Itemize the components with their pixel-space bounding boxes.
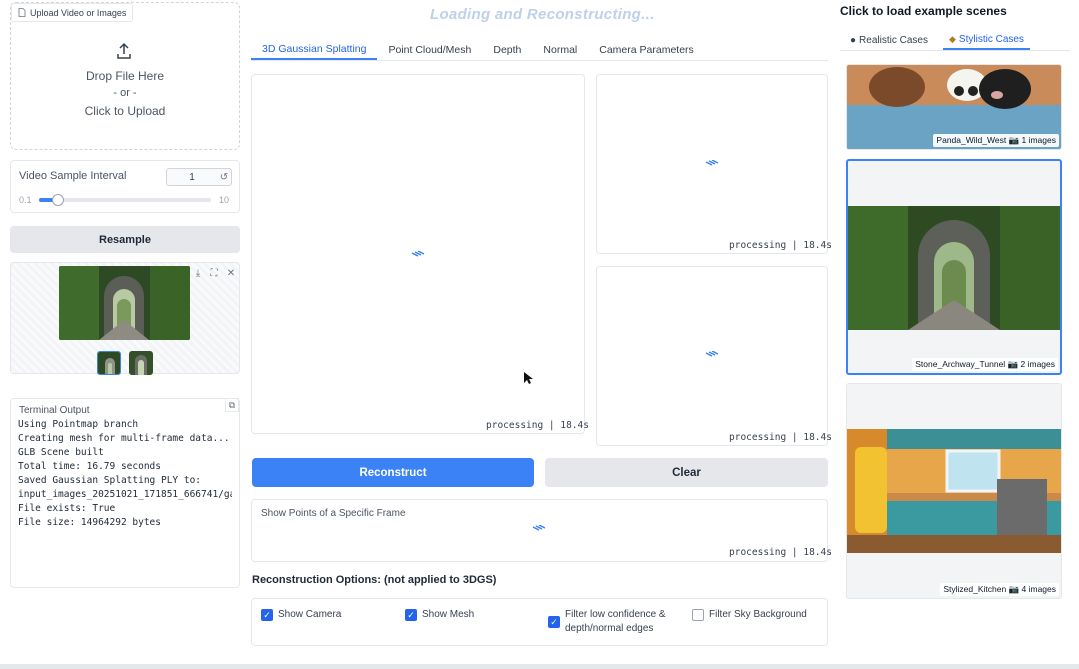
gallery-preview-image[interactable] [59,266,190,340]
example-thumbnail [847,429,1061,553]
tab-camera-parameters[interactable]: Camera Parameters [588,40,705,60]
tab-depth[interactable]: Depth [482,40,532,60]
download-icon[interactable]: ⤓ [192,268,204,280]
loading-spinner-icon [411,251,425,257]
view-tabs: 3D Gaussian Splatting Point Cloud/Mesh D… [251,40,828,61]
processing-status: processing | 18.4s [729,547,832,558]
filter-low-confidence-checkbox[interactable]: ✓ [548,616,560,628]
frame-selector-label: Show Points of a Specific Frame [261,508,406,519]
sample-interval-label: Video Sample Interval [19,170,127,182]
page-footer-divider [0,664,1079,669]
sample-interval-input[interactable]: 1 ↺ [166,168,232,186]
clear-button[interactable]: Clear [545,458,828,487]
file-icon [18,8,26,17]
terminal-label: Terminal Output [19,405,90,416]
tab-stylistic-cases[interactable]: ◆ Stylistic Cases [943,30,1030,50]
tab-gaussian-splatting[interactable]: 3D Gaussian Splatting [251,40,378,60]
options-panel [251,598,828,646]
copy-icon[interactable]: ⧉ [225,398,239,412]
example-caption: Panda_Wild_West 📷 1 images [933,134,1059,147]
processing-status: processing | 18.4s [729,240,832,251]
upload-label-text: Upload Video or Images [30,7,127,18]
reset-icon[interactable]: ↺ [217,172,231,183]
example-card-panda[interactable]: Panda_Wild_West 📷 1 images [846,64,1062,150]
processing-status: processing | 18.4s [729,432,832,443]
examples-tab-divider [840,50,1070,51]
slider-min: 0.1 [19,195,32,205]
terminal-output[interactable]: Using Pointmap branch Creating mesh for … [18,418,232,564]
upload-label-tag: Upload Video or Images [11,3,134,22]
example-caption: Stone_Archway_Tunnel 📷 2 images [912,358,1058,371]
slider-max: 10 [219,195,230,205]
examples-title: Click to load example scenes [840,4,1007,18]
loading-title: Loading and Reconstructing... [430,6,655,23]
loading-spinner-icon [532,525,546,531]
example-card-stylized-kitchen[interactable]: Stylized_Kitchen 📷 4 images [846,383,1062,599]
filter-sky-checkbox[interactable] [692,609,704,621]
tab-realistic-label: Realistic Cases [859,34,928,46]
tab-point-cloud-mesh[interactable]: Point Cloud/Mesh [377,40,482,60]
cursor-icon [524,372,533,384]
show-camera-label[interactable]: Show Camera [278,608,341,622]
gallery-thumbnail[interactable] [129,351,153,375]
or-text: - or - [113,87,137,99]
resample-button[interactable]: Resample [10,226,240,253]
globe-icon: ● [850,34,857,46]
tab-normal[interactable]: Normal [532,40,588,60]
example-card-stone-archway[interactable]: Stone_Archway_Tunnel 📷 2 images [846,159,1062,375]
loading-spinner-icon [705,351,719,357]
example-thumbnail [848,206,1060,330]
sample-interval-value[interactable]: 1 [167,172,217,183]
processing-status: processing | 18.4s [486,420,589,431]
fullscreen-icon[interactable]: ⛶ [208,268,220,280]
drop-file-text: Drop File Here [85,69,165,83]
options-title: Reconstruction Options: (not applied to … [252,574,497,586]
filter-low-confidence-label[interactable]: Filter low confidence & depth/normal edg… [565,608,683,636]
palette-icon: ◆ [949,33,956,44]
slider-handle[interactable] [52,194,64,206]
tab-realistic-cases[interactable]: ● Realistic Cases [850,30,928,50]
click-to-upload-text[interactable]: Click to Upload [10,104,240,118]
close-icon[interactable]: ✕ [225,268,237,280]
show-camera-checkbox[interactable]: ✓ [261,609,273,621]
sample-interval-slider[interactable] [39,198,211,202]
loading-spinner-icon [705,160,719,166]
upload-icon [117,42,131,59]
example-caption: Stylized_Kitchen 📷 4 images [940,583,1059,596]
show-mesh-label[interactable]: Show Mesh [422,608,474,622]
gallery-thumbnail[interactable] [97,351,121,375]
reconstruct-button[interactable]: Reconstruct [252,458,534,487]
tab-stylistic-label: Stylistic Cases [958,33,1024,45]
show-mesh-checkbox[interactable]: ✓ [405,609,417,621]
filter-sky-label[interactable]: Filter Sky Background [709,608,807,622]
